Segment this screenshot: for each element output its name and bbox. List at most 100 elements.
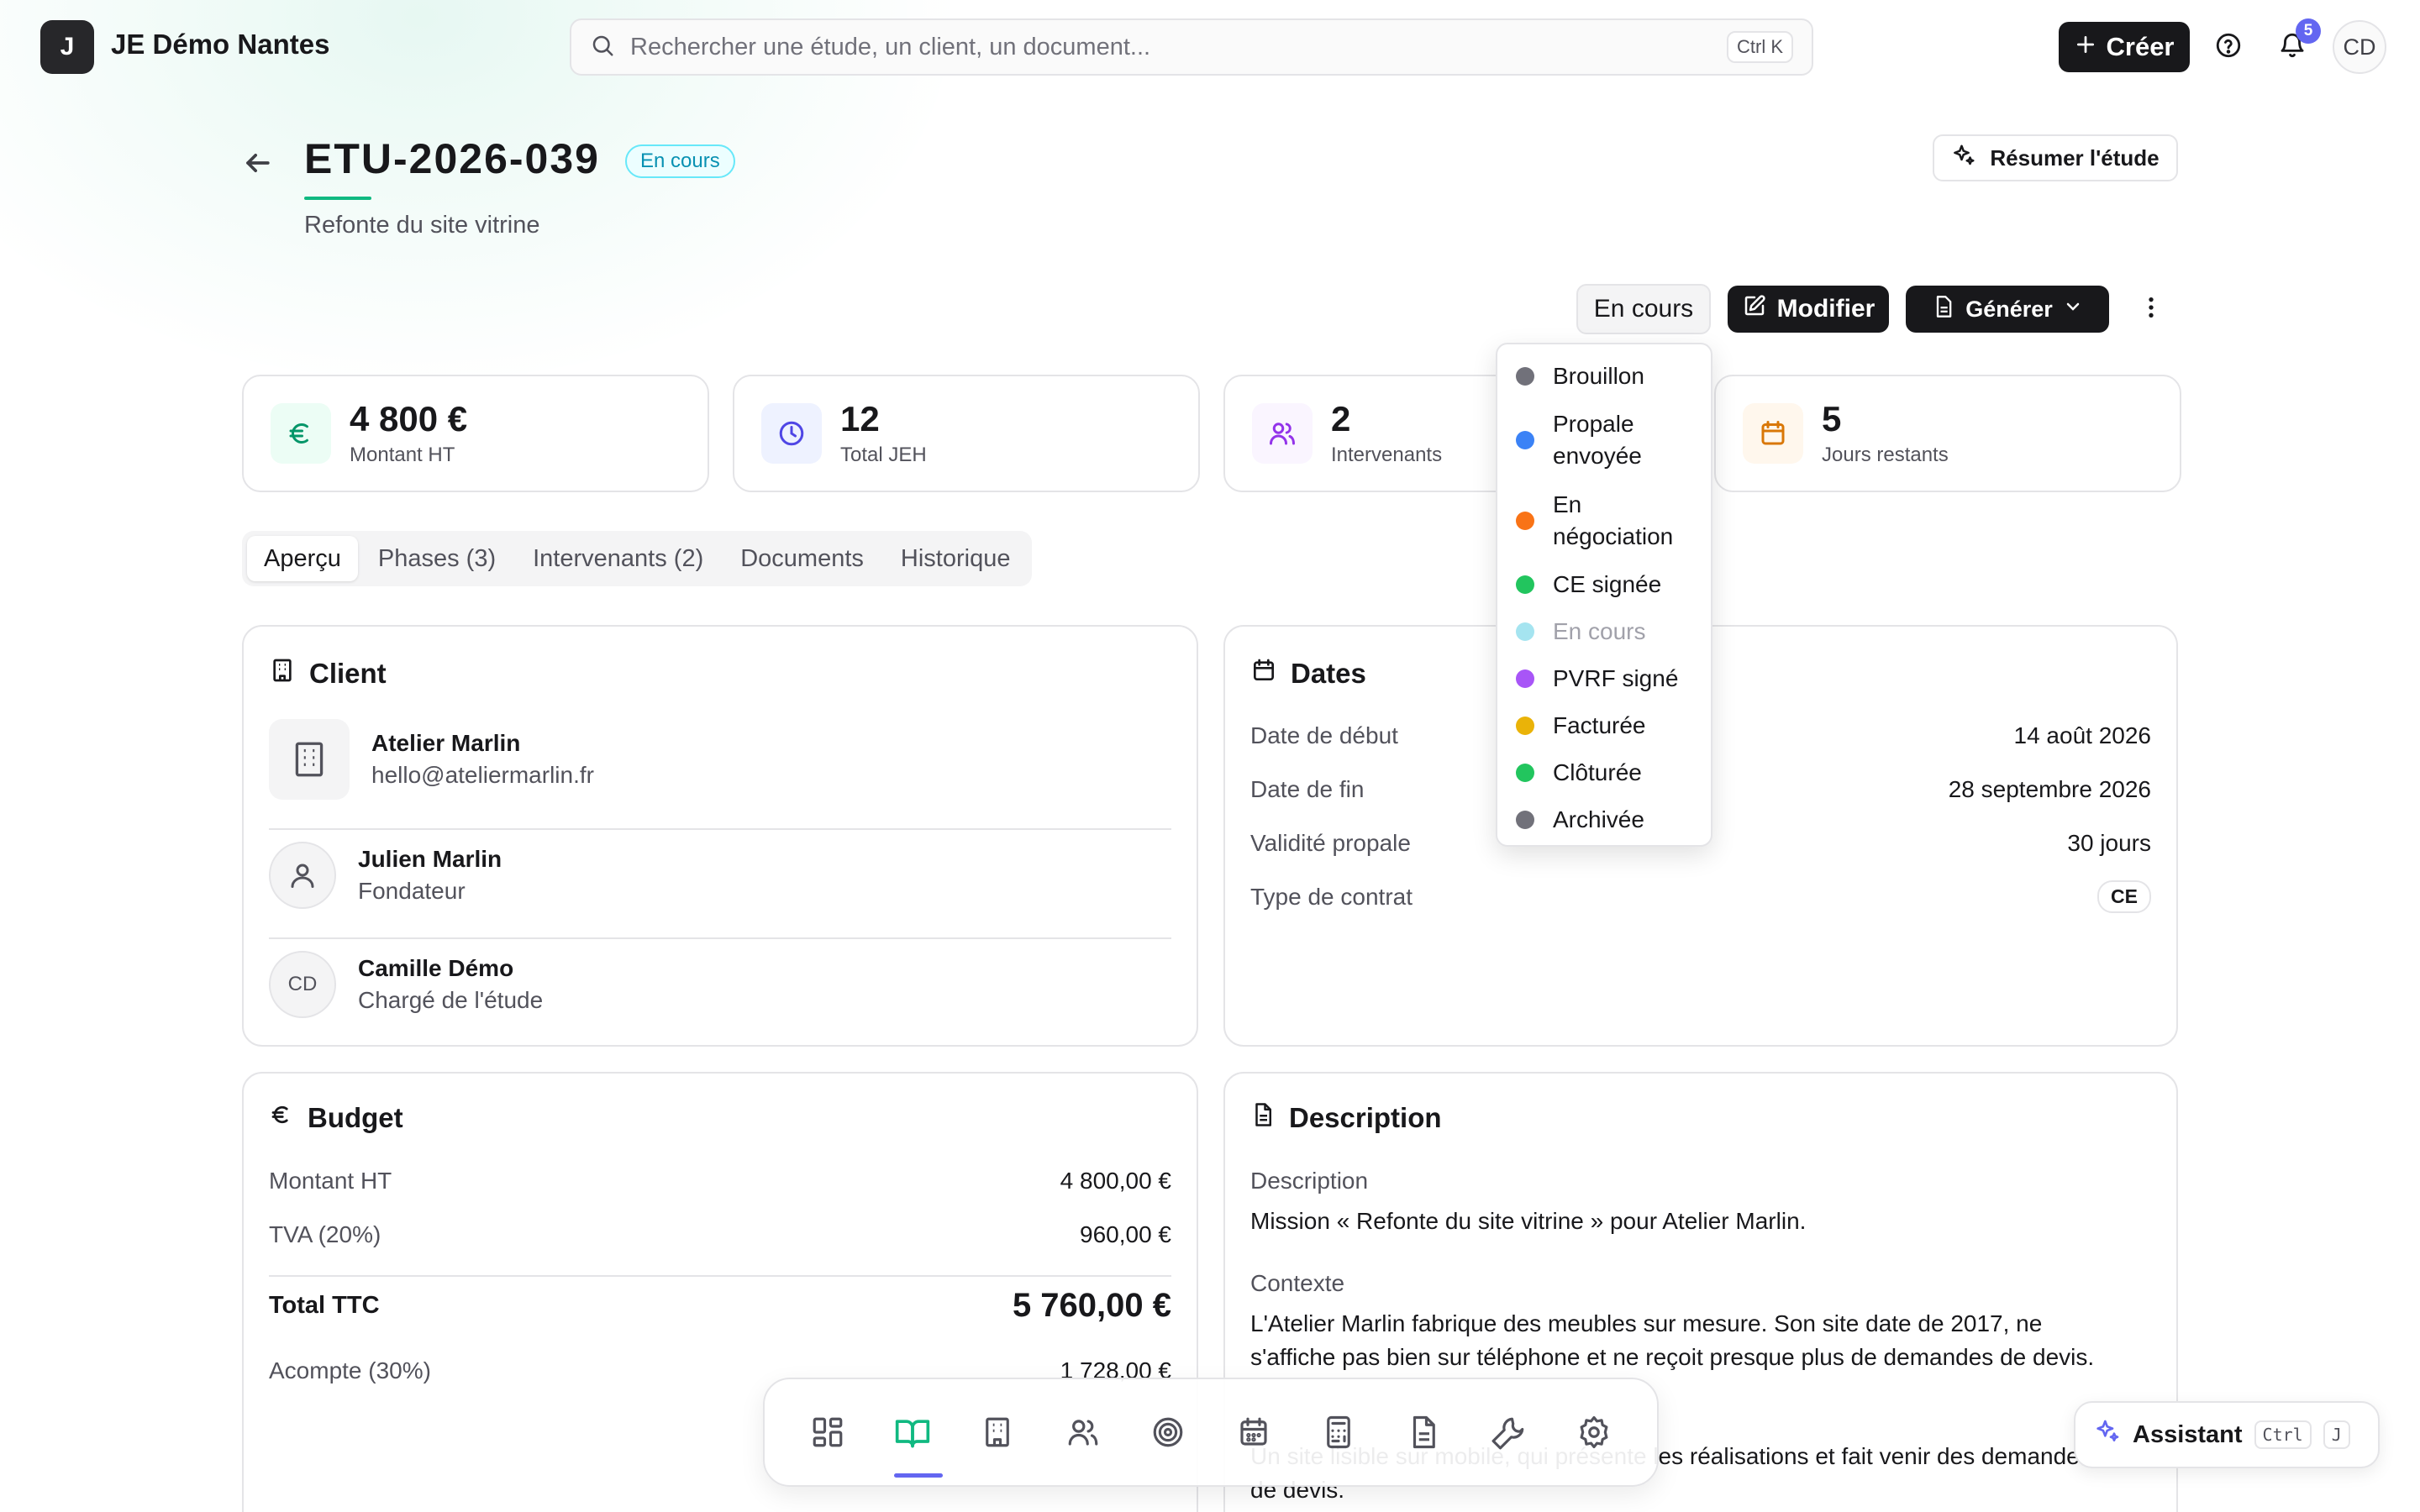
calculator-icon[interactable] xyxy=(1305,1399,1372,1466)
status-dot xyxy=(1516,367,1534,386)
search-bar[interactable]: Rechercher une étude, un client, un docu… xyxy=(570,18,1813,76)
create-button-label: Créer xyxy=(2106,32,2175,61)
manager-name: Camille Démo xyxy=(358,955,514,981)
status-option-ce-signee[interactable]: CE signée xyxy=(1497,561,1711,608)
proposal-validity-label: Validité propale xyxy=(1250,830,1411,856)
end-date-value: 28 septembre 2026 xyxy=(1948,776,2151,802)
tab-intervenants[interactable]: Intervenants (2) xyxy=(516,536,720,581)
contact-name: Julien Marlin xyxy=(358,846,502,872)
settings-icon[interactable] xyxy=(1560,1399,1628,1466)
edit-icon xyxy=(1742,293,1767,325)
more-vertical-icon xyxy=(2138,294,2165,325)
assistant-button[interactable]: Assistant Ctrl J xyxy=(2074,1401,2380,1468)
dashboard-icon[interactable] xyxy=(794,1399,861,1466)
modify-button[interactable]: Modifier xyxy=(1728,286,1889,333)
status-dot xyxy=(1516,575,1534,594)
wrench-icon[interactable] xyxy=(1476,1399,1543,1466)
document-icon[interactable] xyxy=(1390,1399,1457,1466)
title-accent-bar xyxy=(304,197,371,200)
budget-ttc-label: Total TTC xyxy=(269,1292,380,1319)
status-option-label: Facturée xyxy=(1553,712,1646,738)
description-panel-title: Description xyxy=(1250,1102,1442,1134)
app-logo[interactable]: J xyxy=(40,20,94,74)
budget-ht-value: 4 800,00 € xyxy=(1060,1168,1171,1194)
status-option-label: Propale envoyée xyxy=(1553,411,1642,469)
help-icon xyxy=(2214,31,2243,64)
status-option-label: Archivée xyxy=(1553,806,1644,832)
bottom-dock xyxy=(763,1378,1659,1487)
calendar-icon xyxy=(1250,657,1277,690)
company-email[interactable]: hello@ateliermarlin.fr xyxy=(371,762,594,789)
budget-tva-label: TVA (20%) xyxy=(269,1221,381,1247)
users-icon[interactable] xyxy=(1050,1399,1117,1466)
description-label: Description xyxy=(1250,1168,1369,1194)
plus-icon xyxy=(2075,32,2096,62)
study-manager-row[interactable]: CD Camille Démo Chargé de l'étude xyxy=(269,951,543,1018)
budget-panel-title-text: Budget xyxy=(308,1102,403,1133)
back-button[interactable] xyxy=(239,144,276,181)
stat-label: Total JEH xyxy=(840,444,927,467)
tab-history[interactable]: Historique xyxy=(884,536,1028,581)
generate-button[interactable]: Générer xyxy=(1906,286,2109,333)
status-option-facturee[interactable]: Facturée xyxy=(1497,702,1711,749)
status-option-label: En négociation xyxy=(1553,491,1674,549)
tab-bar: Aperçu Phases (3) Intervenants (2) Docum… xyxy=(242,531,1033,586)
status-option-brouillon[interactable]: Brouillon xyxy=(1497,353,1711,400)
status-option-cloturee[interactable]: Clôturée xyxy=(1497,749,1711,796)
status-dot xyxy=(1516,512,1534,530)
divider xyxy=(269,828,1171,830)
sparkles-icon xyxy=(1951,143,1976,174)
book-icon[interactable] xyxy=(879,1399,946,1478)
tab-documents[interactable]: Documents xyxy=(723,536,881,581)
arrow-left-icon xyxy=(239,154,276,185)
company-name: Atelier Marlin xyxy=(371,730,521,756)
contact-role: Fondateur xyxy=(358,878,466,904)
context-line-1: L'Atelier Marlin fabrique des meubles su… xyxy=(1250,1310,2043,1336)
status-option-propale-envoyee[interactable]: Propale envoyée xyxy=(1497,400,1711,480)
client-contact-row[interactable]: Julien Marlin Fondateur xyxy=(269,842,502,909)
logo-letter: J xyxy=(60,33,75,60)
tab-phases[interactable]: Phases (3) xyxy=(361,536,513,581)
building-icon xyxy=(269,657,296,690)
dates-panel-title-text: Dates xyxy=(1291,658,1366,689)
company-avatar xyxy=(269,719,350,800)
create-button[interactable]: Créer xyxy=(2059,22,2190,72)
page-title: ETU-2026-039 xyxy=(304,135,600,182)
status-dot xyxy=(1516,717,1534,735)
status-option-en-cours[interactable]: En cours xyxy=(1497,608,1711,655)
stat-value: 2 xyxy=(1331,398,1351,438)
status-option-label: CE signée xyxy=(1553,571,1662,597)
tab-overview[interactable]: Aperçu xyxy=(247,536,358,581)
search-input[interactable]: Rechercher une étude, un client, un docu… xyxy=(630,34,1727,61)
euro-icon xyxy=(271,403,331,464)
status-select-button[interactable]: En cours xyxy=(1576,284,1711,334)
client-panel: Client Atelier Marlin hello@ateliermarli… xyxy=(242,625,1198,1047)
end-date-label: Date de fin xyxy=(1250,776,1365,802)
calendar-icon[interactable] xyxy=(1220,1399,1287,1466)
status-option-label: En cours xyxy=(1553,618,1646,644)
status-badge: En cours xyxy=(625,144,735,178)
status-option-archivee[interactable]: Archivée xyxy=(1497,796,1711,843)
users-icon xyxy=(1252,403,1313,464)
deposit-label: Acompte (30%) xyxy=(269,1357,431,1383)
status-dropdown-menu: Brouillon Propale envoyée En négociation… xyxy=(1496,343,1712,847)
target-icon[interactable] xyxy=(1134,1399,1202,1466)
status-option-pvrf-signe[interactable]: PVRF signé xyxy=(1497,655,1711,702)
contract-type-badge: CE xyxy=(2097,880,2151,913)
client-company-row[interactable]: Atelier Marlin hello@ateliermarlin.fr xyxy=(269,719,594,800)
generate-button-label: Générer xyxy=(1965,296,2053,322)
user-avatar[interactable]: CD xyxy=(2333,20,2386,74)
summarize-study-button[interactable]: Résumer l'étude xyxy=(1933,134,2178,181)
status-dot xyxy=(1516,764,1534,782)
building-icon[interactable] xyxy=(964,1399,1031,1466)
calendar-icon xyxy=(1743,403,1803,464)
more-actions-button[interactable] xyxy=(2131,286,2171,333)
help-button[interactable] xyxy=(2205,24,2252,71)
search-shortcut-badge: Ctrl K xyxy=(1727,31,1793,63)
status-option-en-negociation[interactable]: En négociation xyxy=(1497,480,1711,561)
stat-card-jeh: 12 Total JEH xyxy=(733,375,1200,492)
proposal-validity-value: 30 jours xyxy=(2067,830,2151,856)
stat-label: Intervenants xyxy=(1331,444,1443,467)
start-date-value: 14 août 2026 xyxy=(2013,722,2152,748)
status-option-label: Clôturée xyxy=(1553,759,1642,785)
